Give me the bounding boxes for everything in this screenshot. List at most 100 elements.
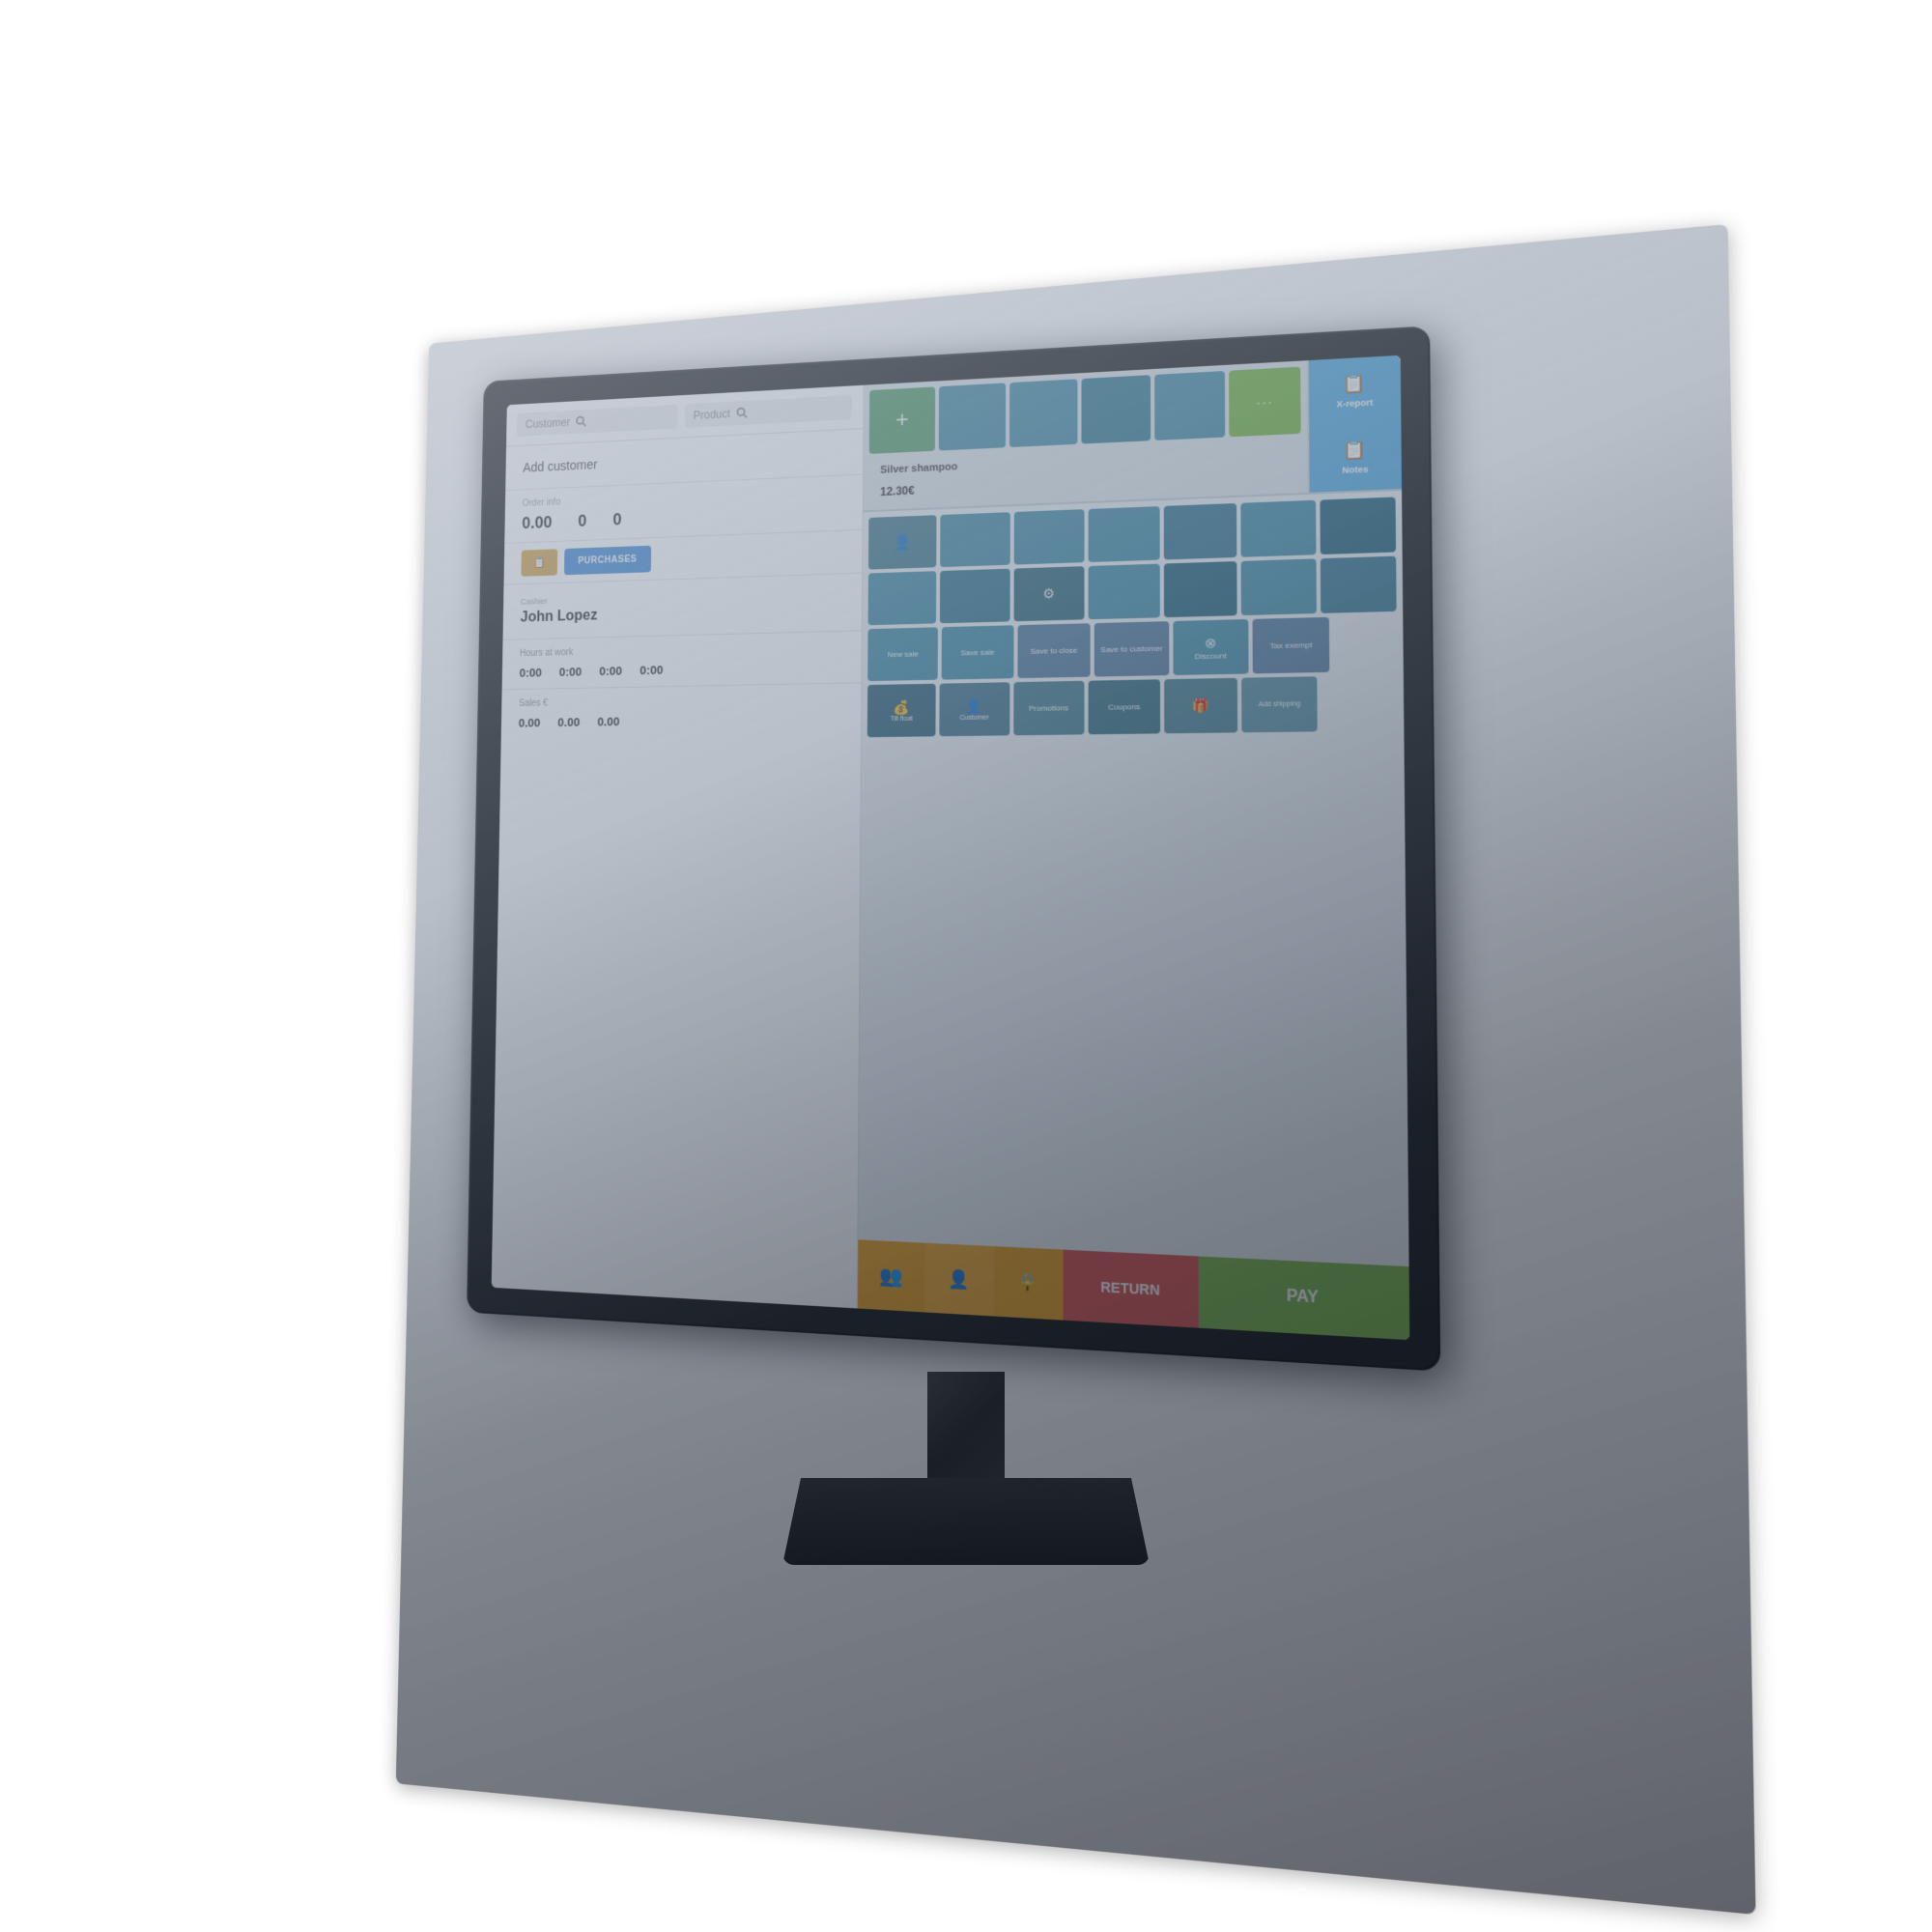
more-options-button[interactable]: ··· xyxy=(1229,367,1301,438)
gift-button[interactable]: 🎁 xyxy=(1164,678,1237,734)
grid-cell-r2-1[interactable] xyxy=(868,571,937,625)
discount-label: Discount xyxy=(1195,651,1227,661)
save-sale-label: Save sale xyxy=(961,648,995,658)
monitor-body: Customer Product xyxy=(467,326,1440,1371)
till-icon: 💰 xyxy=(894,699,910,716)
save-customer-label: Save to customer xyxy=(1100,644,1162,655)
product-search-field[interactable]: Product xyxy=(684,395,852,428)
right-panel: + ··· xyxy=(858,355,1409,1340)
plus-icon: + xyxy=(895,407,909,434)
note-button[interactable]: 📋 xyxy=(521,549,557,576)
sales-row: 0.00 0.00 0.00 xyxy=(519,711,842,729)
cashier-button[interactable]: 👥 xyxy=(858,1239,925,1312)
pay-button[interactable]: PAY xyxy=(1198,1256,1409,1340)
notes-button[interactable]: 📋 Notes xyxy=(1309,422,1402,493)
grid-cell-r1-6[interactable] xyxy=(1241,500,1316,557)
purchases-button[interactable]: PURCHASES xyxy=(564,546,651,576)
settings-icon: ⚙ xyxy=(1042,585,1055,602)
coupons-label: Coupons xyxy=(1108,702,1140,712)
product-search-label: Product xyxy=(694,408,730,422)
save-customer-button[interactable]: Save to customer xyxy=(1094,621,1169,676)
time-2: 0:00 xyxy=(559,665,582,679)
customer-search-icon xyxy=(575,415,587,429)
tax-exempt-label: Tax exempt xyxy=(1270,640,1313,650)
discount-icon: ⊗ xyxy=(1205,635,1216,652)
grid-cell-r2-3[interactable]: ⚙ xyxy=(1013,566,1084,621)
order-total: 0.00 xyxy=(522,513,553,533)
xreport-label: X-report xyxy=(1336,397,1373,409)
grid-cell-r1-4[interactable] xyxy=(1088,506,1159,562)
product-cell-1[interactable] xyxy=(939,383,1006,450)
save-sale-button[interactable]: Save sale xyxy=(942,625,1013,679)
customer-search-label: Customer xyxy=(526,415,570,430)
tax-exempt-button[interactable]: Tax exempt xyxy=(1253,617,1330,674)
time-4: 0:00 xyxy=(639,663,663,677)
order-qty: 0 xyxy=(612,510,621,529)
product-cell-4[interactable] xyxy=(1154,371,1225,440)
pos-application: Customer Product xyxy=(492,355,1410,1340)
save-close-label: Save to close xyxy=(1031,646,1078,656)
product-cell-2[interactable] xyxy=(1009,379,1077,447)
grid-cell-person[interactable]: 👤 xyxy=(868,515,937,569)
return-button[interactable]: RETURN xyxy=(1064,1250,1199,1328)
gift-icon: 🎁 xyxy=(1192,697,1209,715)
lock-button[interactable]: 🔒 xyxy=(993,1246,1063,1321)
pay-label: PAY xyxy=(1287,1288,1319,1308)
cashier-section: Cashier John Lopez xyxy=(503,574,863,640)
person-icon: 👤 xyxy=(893,532,912,552)
till-label: Till float xyxy=(891,715,913,722)
grid-cell-r1-2[interactable] xyxy=(940,512,1009,567)
grid-cell-r1-3[interactable] xyxy=(1013,509,1084,564)
grid-cell-r1-7[interactable] xyxy=(1320,497,1396,554)
coupons-button[interactable]: Coupons xyxy=(1088,679,1160,734)
hours-label: Hours at work xyxy=(520,641,842,659)
monitor-screen: Customer Product xyxy=(492,355,1410,1340)
sales-section: Sales € 0.00 0.00 0.00 xyxy=(501,683,862,739)
notes-label: Notes xyxy=(1342,465,1368,475)
new-sale-button[interactable]: New sale xyxy=(867,627,938,681)
monitor-stand-neck xyxy=(927,1372,1005,1488)
customer-icon: 👤 xyxy=(966,697,982,714)
notes-icon: 📋 xyxy=(1344,440,1367,462)
discount-button[interactable]: ⊗ Discount xyxy=(1173,619,1249,675)
add-product-button[interactable]: + xyxy=(869,386,935,454)
lock-icon: 🔒 xyxy=(1017,1272,1039,1294)
grid-cell-r2-5[interactable] xyxy=(1164,561,1237,617)
return-label: RETURN xyxy=(1100,1279,1159,1298)
promotions-button[interactable]: Promotions xyxy=(1013,681,1084,735)
customer-search-field[interactable]: Customer xyxy=(517,405,677,437)
grid-cell-r1-5[interactable] xyxy=(1164,503,1237,559)
grid-row-4: 💰 Till float 👤 Customer Promotions xyxy=(867,675,1398,738)
shipping-label: Add shipping xyxy=(1259,700,1300,708)
hours-section: Hours at work 0:00 0:00 0:00 0:00 xyxy=(502,631,862,690)
product-cell-3[interactable] xyxy=(1081,375,1151,443)
note-icon: 📋 xyxy=(533,556,545,569)
cashier2-button[interactable]: 👤 xyxy=(925,1243,994,1317)
grid-row-3: New sale Save sale Save to close Save to… xyxy=(867,615,1397,681)
sales-label: Sales € xyxy=(519,693,842,708)
time-row: 0:00 0:00 0:00 0:00 xyxy=(520,659,843,680)
add-shipping-button[interactable]: Add shipping xyxy=(1242,676,1318,732)
product-search-icon xyxy=(736,407,749,420)
sales-1: 0.00 xyxy=(519,716,541,730)
grid-cell-r2-4[interactable] xyxy=(1088,564,1160,620)
monitor-stand-base xyxy=(782,1478,1150,1565)
xreport-button[interactable]: 📋 X-report xyxy=(1309,355,1402,427)
customer-account-button[interactable]: 👤 Customer xyxy=(940,682,1009,736)
side-actions: 📋 X-report 📋 Notes xyxy=(1307,355,1402,493)
grid-cell-r2-6[interactable] xyxy=(1241,558,1317,615)
sales-3: 0.00 xyxy=(597,715,619,729)
scene: Customer Product xyxy=(386,290,1546,1642)
main-product-grid: 👤 xyxy=(858,491,1408,1266)
time-1: 0:00 xyxy=(520,666,542,680)
grid-cell-r2-7[interactable] xyxy=(1321,556,1397,613)
top-section: + ··· xyxy=(864,355,1403,513)
new-sale-label: New sale xyxy=(888,649,919,659)
save-close-button[interactable]: Save to close xyxy=(1017,623,1091,678)
customer-label: Customer xyxy=(960,714,989,721)
promotions-label: Promotions xyxy=(1029,703,1068,713)
till-float-button[interactable]: 💰 Till float xyxy=(867,684,936,737)
grid-cell-r2-2[interactable] xyxy=(940,569,1009,624)
order-items: 0 xyxy=(578,512,586,531)
add-customer-button[interactable]: Add customer xyxy=(523,445,844,475)
